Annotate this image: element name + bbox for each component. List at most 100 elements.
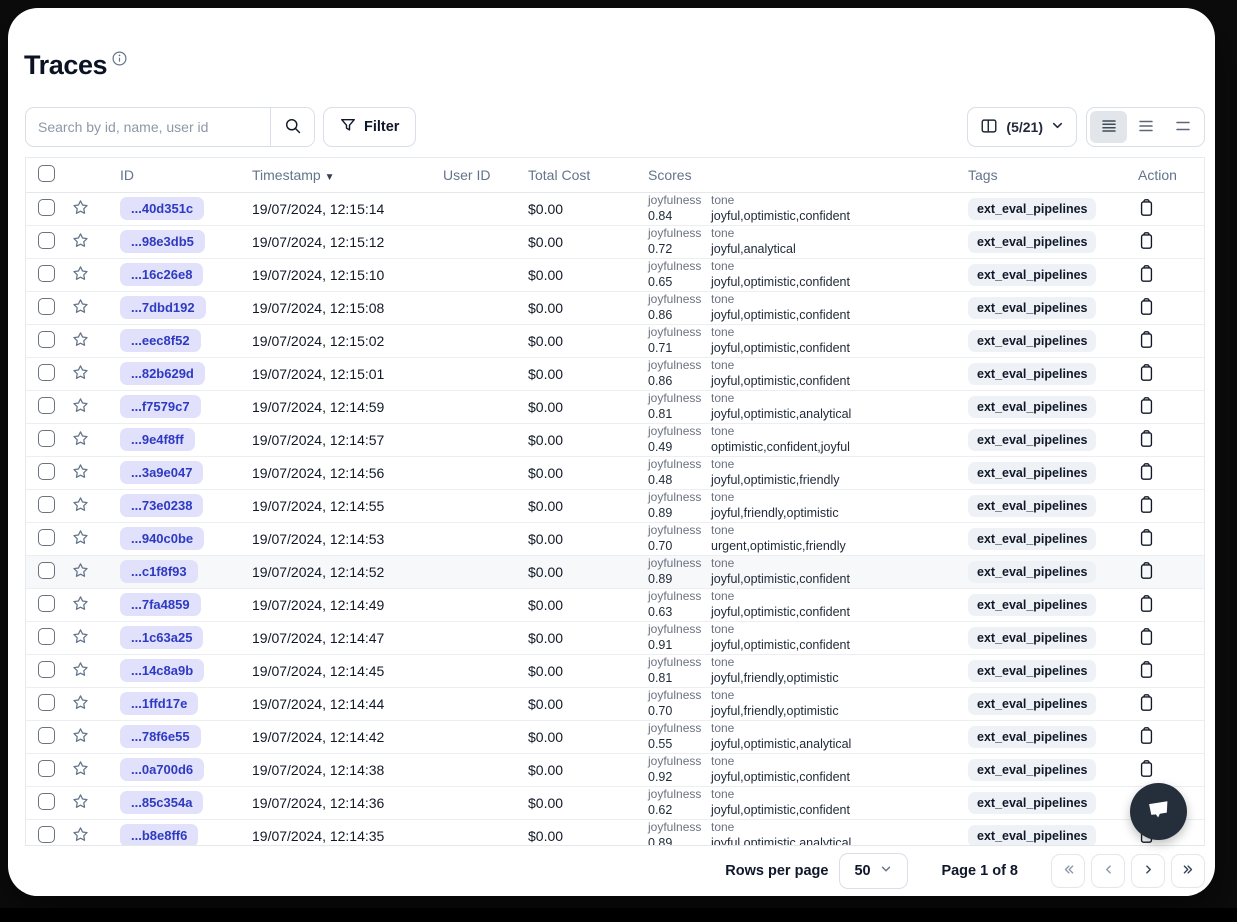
row-height-medium-button[interactable]: [1127, 111, 1164, 143]
table-row[interactable]: ...16c26e8 19/07/2024, 12:15:10 $0.00 jo…: [26, 258, 1204, 291]
trace-id-badge[interactable]: ...eec8f52: [120, 329, 201, 352]
tag-badge[interactable]: ext_eval_pipelines: [968, 825, 1096, 846]
column-visibility-button[interactable]: (5/21): [967, 107, 1077, 147]
row-checkbox[interactable]: [38, 562, 55, 579]
table-row[interactable]: ...78f6e55 19/07/2024, 12:14:42 $0.00 jo…: [26, 720, 1204, 753]
delete-trace-button[interactable]: [1138, 627, 1155, 649]
bookmark-star-icon[interactable]: [71, 660, 90, 682]
column-header-user-id[interactable]: User ID: [434, 158, 519, 192]
row-checkbox[interactable]: [38, 364, 55, 381]
tag-badge[interactable]: ext_eval_pipelines: [968, 693, 1096, 715]
search-button[interactable]: [271, 107, 314, 147]
delete-trace-button[interactable]: [1138, 726, 1155, 748]
delete-trace-button[interactable]: [1138, 693, 1155, 715]
row-checkbox[interactable]: [38, 463, 55, 480]
tag-badge[interactable]: ext_eval_pipelines: [968, 330, 1096, 352]
row-checkbox[interactable]: [38, 826, 55, 843]
bookmark-star-icon[interactable]: [71, 297, 90, 319]
tag-badge[interactable]: ext_eval_pipelines: [968, 396, 1096, 418]
row-checkbox[interactable]: [38, 298, 55, 315]
trace-id-badge[interactable]: ...85c354a: [120, 791, 203, 814]
column-header-total-cost[interactable]: Total Cost: [519, 158, 639, 192]
last-page-button[interactable]: [1171, 854, 1205, 888]
bookmark-star-icon[interactable]: [71, 330, 90, 352]
previous-page-button[interactable]: [1091, 854, 1125, 888]
row-checkbox[interactable]: [38, 661, 55, 678]
tag-badge[interactable]: ext_eval_pipelines: [968, 363, 1096, 385]
table-row[interactable]: ...40d351c 19/07/2024, 12:15:14 $0.00 jo…: [26, 192, 1204, 225]
tag-badge[interactable]: ext_eval_pipelines: [968, 297, 1096, 319]
row-checkbox[interactable]: [38, 628, 55, 645]
bookmark-star-icon[interactable]: [71, 627, 90, 649]
table-row[interactable]: ...b8e8ff6 19/07/2024, 12:14:35 $0.00 jo…: [26, 819, 1204, 845]
tag-badge[interactable]: ext_eval_pipelines: [968, 759, 1096, 781]
table-row[interactable]: ...0a700d6 19/07/2024, 12:14:38 $0.00 jo…: [26, 753, 1204, 786]
bookmark-star-icon[interactable]: [71, 462, 90, 484]
delete-trace-button[interactable]: [1138, 594, 1155, 616]
delete-trace-button[interactable]: [1138, 561, 1155, 583]
table-row[interactable]: ...eec8f52 19/07/2024, 12:15:02 $0.00 jo…: [26, 324, 1204, 357]
bookmark-star-icon[interactable]: [71, 759, 90, 781]
column-header-id[interactable]: ID: [104, 158, 244, 192]
table-row[interactable]: ...1ffd17e 19/07/2024, 12:14:44 $0.00 jo…: [26, 687, 1204, 720]
delete-trace-button[interactable]: [1138, 396, 1155, 418]
tag-badge[interactable]: ext_eval_pipelines: [968, 792, 1096, 814]
table-row[interactable]: ...82b629d 19/07/2024, 12:15:01 $0.00 jo…: [26, 357, 1204, 390]
chat-widget-button[interactable]: [1130, 783, 1187, 840]
info-icon[interactable]: [112, 51, 127, 71]
row-checkbox[interactable]: [38, 760, 55, 777]
tag-badge[interactable]: ext_eval_pipelines: [968, 726, 1096, 748]
row-checkbox[interactable]: [38, 397, 55, 414]
delete-trace-button[interactable]: [1138, 759, 1155, 781]
column-header-tags[interactable]: Tags: [959, 158, 1124, 192]
row-checkbox[interactable]: [38, 529, 55, 546]
tag-badge[interactable]: ext_eval_pipelines: [968, 594, 1096, 616]
first-page-button[interactable]: [1051, 854, 1085, 888]
trace-id-badge[interactable]: ...16c26e8: [120, 263, 203, 286]
row-checkbox[interactable]: [38, 694, 55, 711]
table-row[interactable]: ...7fa4859 19/07/2024, 12:14:49 $0.00 jo…: [26, 588, 1204, 621]
trace-id-badge[interactable]: ...73e0238: [120, 494, 203, 517]
row-height-small-button[interactable]: [1090, 111, 1127, 143]
delete-trace-button[interactable]: [1138, 429, 1155, 451]
select-all-checkbox[interactable]: [38, 165, 55, 182]
trace-id-badge[interactable]: ...7fa4859: [120, 593, 201, 616]
trace-id-badge[interactable]: ...40d351c: [120, 197, 204, 220]
search-input[interactable]: [26, 119, 270, 135]
column-header-scores[interactable]: Scores: [639, 158, 959, 192]
bookmark-star-icon[interactable]: [71, 825, 90, 846]
trace-id-badge[interactable]: ...940c0be: [120, 527, 204, 550]
row-checkbox[interactable]: [38, 430, 55, 447]
trace-id-badge[interactable]: ...78f6e55: [120, 725, 201, 748]
trace-id-badge[interactable]: ...b8e8ff6: [120, 824, 198, 845]
bookmark-star-icon[interactable]: [71, 264, 90, 286]
delete-trace-button[interactable]: [1138, 231, 1155, 253]
table-row[interactable]: ...98e3db5 19/07/2024, 12:15:12 $0.00 jo…: [26, 225, 1204, 258]
trace-id-badge[interactable]: ...c1f8f93: [120, 560, 198, 583]
bookmark-star-icon[interactable]: [71, 396, 90, 418]
row-height-large-button[interactable]: [1164, 111, 1201, 143]
tag-badge[interactable]: ext_eval_pipelines: [968, 528, 1096, 550]
bookmark-star-icon[interactable]: [71, 198, 90, 220]
trace-id-badge[interactable]: ...0a700d6: [120, 758, 204, 781]
tag-badge[interactable]: ext_eval_pipelines: [968, 264, 1096, 286]
bookmark-star-icon[interactable]: [71, 363, 90, 385]
tag-badge[interactable]: ext_eval_pipelines: [968, 561, 1096, 583]
bookmark-star-icon[interactable]: [71, 231, 90, 253]
table-row[interactable]: ...c1f8f93 19/07/2024, 12:14:52 $0.00 jo…: [26, 555, 1204, 588]
delete-trace-button[interactable]: [1138, 264, 1155, 286]
delete-trace-button[interactable]: [1138, 528, 1155, 550]
table-row[interactable]: ...9e4f8ff 19/07/2024, 12:14:57 $0.00 jo…: [26, 423, 1204, 456]
table-row[interactable]: ...85c354a 19/07/2024, 12:14:36 $0.00 jo…: [26, 786, 1204, 819]
row-checkbox[interactable]: [38, 793, 55, 810]
row-checkbox[interactable]: [38, 496, 55, 513]
column-header-timestamp[interactable]: Timestamp ▼: [244, 158, 434, 192]
delete-trace-button[interactable]: [1138, 495, 1155, 517]
delete-trace-button[interactable]: [1138, 363, 1155, 385]
row-checkbox[interactable]: [38, 727, 55, 744]
tag-badge[interactable]: ext_eval_pipelines: [968, 429, 1096, 451]
trace-id-badge[interactable]: ...7dbd192: [120, 296, 206, 319]
delete-trace-button[interactable]: [1138, 198, 1155, 220]
delete-trace-button[interactable]: [1138, 330, 1155, 352]
table-row[interactable]: ...14c8a9b 19/07/2024, 12:14:45 $0.00 jo…: [26, 654, 1204, 687]
